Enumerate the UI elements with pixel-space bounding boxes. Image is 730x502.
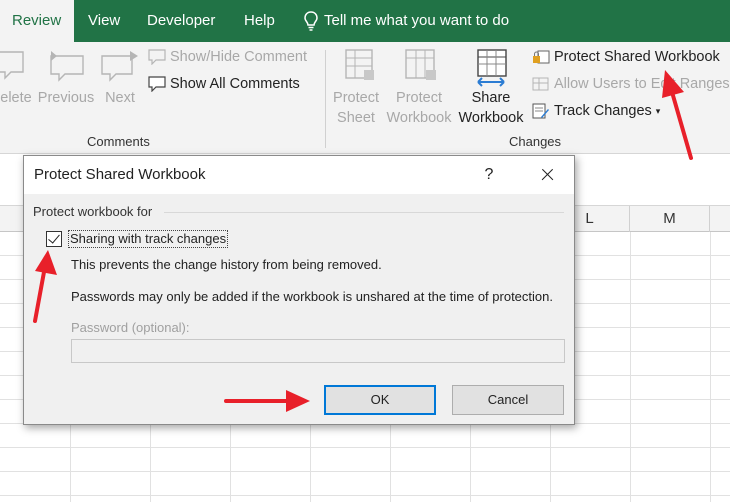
show-hide-comment-label: Show/Hide Comment [170,49,307,65]
track-changes-icon [532,103,549,119]
close-icon[interactable] [529,156,565,194]
password-label: Password (optional): [71,320,190,335]
sharing-track-changes-checkbox[interactable] [46,231,62,247]
track-changes-button[interactable]: Track Changes ▾ [532,100,660,122]
group-separator [325,50,326,148]
share-workbook-icon [477,49,507,87]
protect-sheet-label-2: Sheet [337,110,375,126]
protect-workbook-label-1: Protect [396,90,442,106]
description-line-2: Passwords may only be added if the workb… [71,289,553,304]
protect-shared-icon [533,50,550,64]
allow-users-edit-ranges-button[interactable]: Allow Users to Edit Ranges [532,73,730,95]
dropdown-arrow-icon: ▾ [655,106,661,116]
tell-me-text: Tell me what you want to do [324,12,510,29]
protect-workbook-label-2: Workbook [386,110,452,126]
protect-shared-workbook-label: Protect Shared Workbook [554,49,720,65]
allow-users-label: Allow Users to Edit Ranges [554,76,730,92]
protect-workbook-icon [405,49,436,80]
comments-icon [148,76,166,92]
tab-review[interactable]: Review [0,0,74,42]
next-label: Next [105,90,135,106]
show-all-comments-button[interactable]: Show All Comments [148,73,300,95]
tell-me-search[interactable]: Tell me what you want to do [292,0,521,42]
delete-label: elete [0,90,32,106]
show-all-comments-label: Show All Comments [170,76,300,92]
allow-users-icon [532,77,549,91]
ok-button[interactable]: OK [324,385,436,415]
next-comment-button[interactable]: Next [100,48,140,108]
protect-sheet-icon [345,49,374,80]
cancel-button[interactable]: Cancel [452,385,564,415]
tab-view[interactable]: View [76,0,132,42]
protect-sheet-button[interactable]: Protect Sheet [328,48,384,128]
share-workbook-button[interactable]: Share Workbook [454,48,528,128]
comment-icon [148,49,166,65]
share-workbook-label-1: Share [471,90,511,106]
protect-sheet-label-1: Protect [333,90,379,106]
previous-comment-button[interactable]: Previous [36,48,96,108]
description-line-1: This prevents the change history from be… [71,257,382,272]
help-button[interactable]: ? [474,156,504,194]
tab-developer[interactable]: Developer [135,0,227,42]
changes-group-label: Changes [509,134,562,149]
protect-shared-workbook-dialog: Protect Shared Workbook ? Protect workbo… [23,155,575,425]
track-changes-label: Track Changes [554,103,652,119]
lightbulb-icon [304,11,318,31]
protect-shared-workbook-button[interactable]: Protect Shared Workbook [532,46,720,68]
groupbox-divider [164,212,564,213]
previous-label: Previous [37,90,95,106]
password-input[interactable] [71,339,565,363]
comments-group-label: Comments [87,134,150,149]
checkbox-label[interactable]: Sharing with track changes [68,230,229,248]
delete-comment-button[interactable]: elete [0,48,36,108]
delete-comment-icon [0,51,24,80]
menu-bar: Review View Developer Help Tell me what … [0,0,730,42]
next-comment-icon [101,51,138,82]
protect-workbook-button[interactable]: Protect Workbook [384,48,454,128]
ribbon: elete Previous Next Show/Hide Comment Sh… [0,42,730,154]
column-header-m[interactable]: M [630,206,710,232]
share-workbook-label-2: Workbook [458,110,524,126]
show-hide-comment-button[interactable]: Show/Hide Comment [148,46,307,68]
tab-help[interactable]: Help [232,0,287,42]
previous-comment-icon [50,51,84,82]
group-label: Protect workbook for [33,204,153,219]
